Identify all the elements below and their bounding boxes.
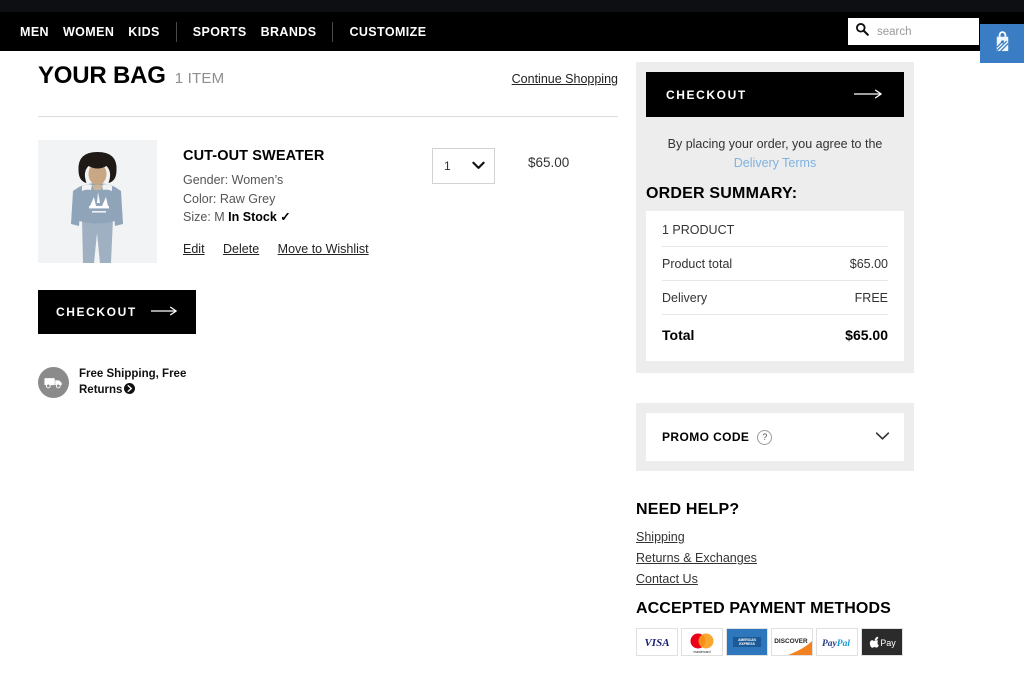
product-size-stock: Size: M In Stock ✓: [183, 208, 432, 227]
bag-main-column: YOUR BAG 1 ITEM Continue Shopping CUT-OU…: [38, 62, 618, 399]
product-name[interactable]: CUT-OUT SWEATER: [183, 148, 432, 164]
truck-icon: [38, 367, 69, 398]
bag-item-count: 1 ITEM: [174, 70, 225, 87]
summary-delivery-label: Delivery: [662, 290, 708, 305]
visa-logo: VISA: [636, 628, 678, 656]
order-summary-box: 1 PRODUCT Product total $65.00 Delivery …: [646, 211, 904, 361]
summary-total-value: $65.00: [845, 327, 888, 343]
chevron-down-icon: [875, 428, 890, 446]
order-sidebar: CHECKOUT By placing your order, you agre…: [636, 62, 914, 656]
header-divider: [38, 116, 618, 117]
search-input[interactable]: [875, 18, 979, 45]
summary-row-delivery: Delivery FREE: [662, 281, 888, 315]
top-strip: [0, 0, 1024, 12]
nav-link-sports[interactable]: SPORTS: [186, 25, 254, 39]
continue-shopping-link[interactable]: Continue Shopping: [512, 72, 618, 86]
product-price: $65.00: [528, 155, 570, 170]
svg-text:mastercard: mastercard: [694, 650, 711, 654]
table-row: CUT-OUT SWEATER Gender: Women’s Color: R…: [38, 140, 618, 263]
product-actions: Edit Delete Move to Wishlist: [183, 242, 432, 256]
svg-text:PayPal: PayPal: [822, 639, 850, 649]
product-info: CUT-OUT SWEATER Gender: Women’s Color: R…: [183, 140, 432, 263]
bag-title-row: YOUR BAG 1 ITEM: [38, 62, 224, 90]
need-help-links: Shipping Returns & Exchanges Contact Us: [636, 530, 914, 586]
summary-product-total-value: $65.00: [849, 256, 888, 271]
nav-links: MEN WOMEN KIDS SPORTS BRANDS CUSTOMIZE: [13, 12, 433, 51]
summary-product-count-label: 1 PRODUCT: [662, 222, 735, 237]
promo-code-toggle[interactable]: PROMO CODE ?: [646, 413, 904, 461]
question-mark-icon[interactable]: ?: [757, 429, 773, 445]
nav-divider-1: [175, 21, 177, 42]
delivery-terms-link[interactable]: Delivery Terms: [734, 156, 816, 170]
check-icon: ✓: [280, 210, 291, 224]
edit-link[interactable]: Edit: [183, 242, 205, 256]
shopping-bag-icon: [992, 30, 1013, 58]
delivery-terms-prefix: By placing your order, you agree to the: [667, 137, 883, 151]
product-size: Size: M: [183, 210, 225, 224]
paypal-logo: PayPal: [816, 628, 858, 656]
promo-code-panel: PROMO CODE ?: [636, 403, 914, 471]
free-shipping-badge[interactable]: Free Shipping, Free Returns: [38, 366, 618, 399]
checkout-button-sidebar[interactable]: CHECKOUT: [646, 72, 904, 117]
discover-logo: DISCOVER: [771, 628, 813, 656]
need-help-title: NEED HELP?: [636, 501, 740, 518]
free-shipping-label: Free Shipping, Free Returns: [79, 366, 204, 399]
summary-product-total-label: Product total: [662, 256, 733, 271]
page-title: YOUR BAG: [38, 62, 166, 89]
main-navbar: MEN WOMEN KIDS SPORTS BRANDS CUSTOMIZE: [0, 12, 1024, 63]
chevron-right-icon: [124, 383, 136, 399]
search-icon: [855, 22, 869, 41]
checkout-button-sidebar-label: CHECKOUT: [666, 87, 747, 102]
nav-link-men[interactable]: MEN: [13, 25, 56, 39]
delete-link[interactable]: Delete: [223, 242, 259, 256]
quantity-column: 1: [432, 140, 528, 263]
summary-product-count: 1 PRODUCT: [662, 213, 888, 247]
nav-link-customize[interactable]: CUSTOMIZE: [342, 25, 433, 39]
product-attributes: Gender: Women’s Color: Raw Grey Size: M …: [183, 171, 432, 227]
nav-link-women[interactable]: WOMEN: [56, 25, 121, 39]
payment-logos: VISA mastercard AMERICAN EXPRESS DISCOVE…: [636, 628, 914, 656]
mastercard-logo: mastercard: [681, 628, 723, 656]
help-link-shipping[interactable]: Shipping: [636, 530, 914, 544]
summary-delivery-value: FREE: [854, 290, 888, 305]
promo-code-label: PROMO CODE: [662, 430, 750, 444]
apple-pay-logo: Pay: [861, 628, 903, 656]
quantity-value: 1: [444, 159, 451, 173]
nav-link-kids[interactable]: KIDS: [121, 25, 166, 39]
arrow-right-icon: [151, 303, 179, 321]
summary-row-total: Total $65.00: [662, 315, 888, 355]
accepted-payment-methods-title: ACCEPTED PAYMENT METHODS: [636, 600, 891, 617]
amex-logo: AMERICAN EXPRESS: [726, 628, 768, 656]
svg-text:EXPRESS: EXPRESS: [739, 642, 755, 646]
svg-text:VISA: VISA: [644, 637, 669, 649]
arrow-right-icon: [854, 86, 884, 104]
checkout-summary-panel: CHECKOUT By placing your order, you agre…: [636, 62, 914, 373]
product-gender: Gender: Women’s: [183, 173, 284, 187]
summary-total-label: Total: [662, 327, 695, 343]
delivery-terms-text: By placing your order, you agree to the …: [654, 135, 896, 173]
product-color: Color: Raw Grey: [183, 191, 276, 206]
checkout-button-main-label: CHECKOUT: [56, 305, 137, 319]
order-summary-title: ORDER SUMMARY:: [646, 185, 798, 202]
bag-header: YOUR BAG 1 ITEM Continue Shopping: [38, 62, 618, 90]
status-badge: In Stock: [228, 210, 277, 224]
summary-row-product-total: Product total $65.00: [662, 247, 888, 281]
help-link-returns-exchanges[interactable]: Returns & Exchanges: [636, 551, 914, 565]
chevron-down-icon: [472, 157, 485, 175]
shopping-bag-button[interactable]: [980, 24, 1024, 63]
checkout-button-main[interactable]: CHECKOUT: [38, 290, 196, 334]
svg-text:DISCOVER: DISCOVER: [774, 638, 808, 645]
product-thumbnail[interactable]: [38, 140, 157, 263]
help-link-contact-us[interactable]: Contact Us: [636, 572, 914, 586]
search-box[interactable]: [848, 18, 979, 45]
promo-code-left: PROMO CODE ?: [662, 429, 773, 445]
quantity-select[interactable]: 1: [432, 148, 495, 184]
nav-link-brands[interactable]: BRANDS: [254, 25, 324, 39]
move-to-wishlist-link[interactable]: Move to Wishlist: [278, 242, 369, 256]
page-root: MEN WOMEN KIDS SPORTS BRANDS CUSTOMIZE s…: [0, 0, 1024, 696]
nav-divider-2: [332, 21, 334, 42]
svg-text:Pay: Pay: [880, 638, 896, 648]
